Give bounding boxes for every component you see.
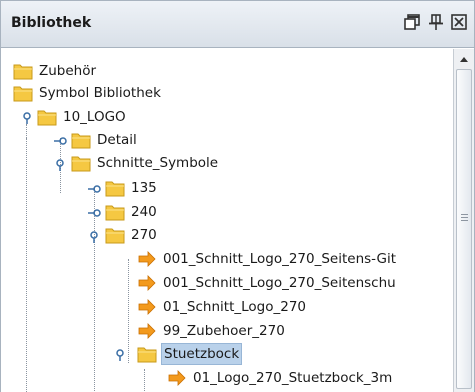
tree-line [26,138,27,392]
tree-item-label: 99_Zubehoer_270 [163,323,285,339]
tree-item-symbol[interactable]: 01_Logo_270_Stuetzbock_3m [167,366,394,390]
folder-icon [137,347,157,363]
tree-item-10-logo[interactable]: 10_LOGO [37,105,128,129]
vertical-scrollbar[interactable] [453,49,474,392]
float-window-icon[interactable] [401,11,423,33]
library-panel: Bibliothek Zubehör Symbol Bibliothek 10_… [0,0,475,392]
tree-item-label: 001_Schnitt_Logo_270_Seitens-Git [163,251,397,267]
tree-item-label: Stuetzbock [161,343,243,365]
tree-item-label: 001_Schnitt_Logo_270_Seitenschu [163,275,396,291]
tree-item-270[interactable]: 270 [105,223,159,247]
folder-icon [71,133,91,149]
folder-icon [105,205,125,221]
scroll-grip [461,220,468,221]
panel-title: Bibliothek [11,15,92,31]
tree-line [144,369,145,392]
expand-toggle-icon[interactable] [53,158,67,172]
tree-line [128,259,129,363]
close-icon[interactable] [448,11,470,33]
expand-toggle-icon[interactable] [20,111,34,125]
tree-item-135[interactable]: 135 [105,176,159,200]
tree-item-symbol[interactable]: 001_Schnitt_Logo_270_Seitens-Git [137,247,398,271]
tree-item-label: 01_Logo_270_Stuetzbock_3m [193,370,393,386]
collapse-toggle-icon[interactable] [87,206,101,220]
tree-item-label: Zubehör [39,63,97,79]
scroll-grip [461,214,468,215]
tree-item-detail[interactable]: Detail [71,128,139,152]
library-tree[interactable]: Zubehör Symbol Bibliothek 10_LOGO Detail… [1,49,453,392]
tree-line [26,124,27,138]
folder-icon [105,181,125,197]
collapse-toggle-icon[interactable] [53,134,67,148]
tree-item-240[interactable]: 240 [105,200,159,224]
tree-item-label: Symbol Bibliothek [39,85,161,101]
expand-toggle-icon[interactable] [113,348,127,362]
folder-icon [13,86,33,102]
expand-toggle-icon[interactable] [87,230,101,244]
tree-item-zubehor[interactable]: Zubehör [13,59,98,83]
tree-item-symbol[interactable]: 99_Zubehoer_270 [137,319,287,343]
tree-item-stuetzbock[interactable]: Stuetzbock [137,342,243,366]
pin-icon[interactable] [425,11,447,33]
tree-item-symbol-bibliothek[interactable]: Symbol Bibliothek [13,81,163,105]
folder-icon [37,110,57,126]
tree-item-schnitte-symbole[interactable]: Schnitte_Symbole [71,151,220,175]
scroll-thumb[interactable] [456,69,472,389]
scroll-up-icon[interactable] [455,50,473,68]
tree-item-label: 240 [131,204,157,220]
tree-item-label: 01_Schnitt_Logo_270 [163,299,307,315]
tree-item-label: 135 [131,180,157,196]
collapse-toggle-icon[interactable] [87,182,101,196]
scroll-grip [461,217,468,218]
symbol-arrow-icon [137,274,157,292]
symbol-arrow-icon [137,298,157,316]
tree-item-symbol[interactable]: 01_Schnitt_Logo_270 [137,295,308,319]
tree-item-label: 270 [131,227,157,243]
tree-item-symbol[interactable]: 001_Schnitt_Logo_270_Seitenschu [137,271,398,295]
panel-header: Bibliothek [1,1,474,48]
symbol-arrow-icon [137,250,157,268]
folder-icon [71,156,91,172]
symbol-arrow-icon [167,369,187,387]
tree-item-label: Schnitte_Symbole [97,155,219,171]
folder-icon [105,228,125,244]
tree-item-label: Detail [97,132,137,148]
tree-item-label: 10_LOGO [63,109,126,125]
symbol-arrow-icon [137,322,157,340]
folder-icon [13,64,33,80]
